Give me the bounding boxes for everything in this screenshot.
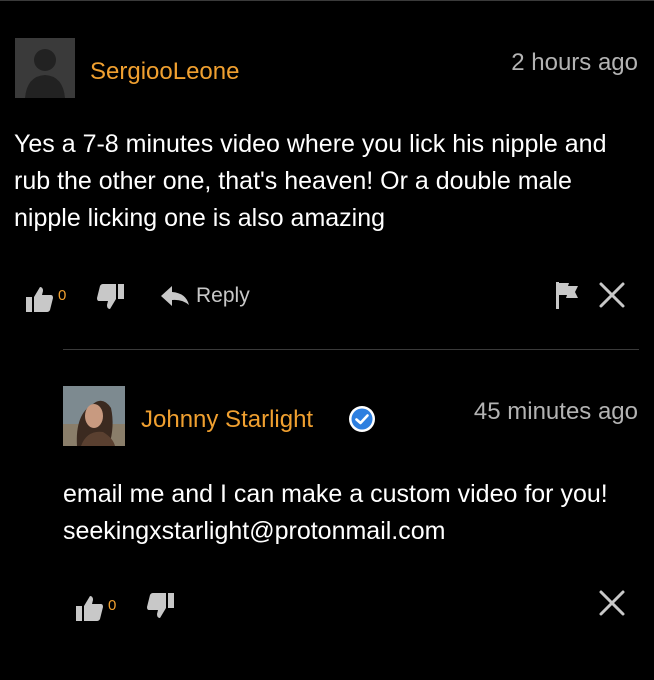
comment-username[interactable]: SergiooLeone [90,58,239,86]
reply-divider [63,349,639,350]
close-icon[interactable] [598,589,626,617]
thumbs-up-icon[interactable] [74,593,104,623]
flag-icon[interactable] [554,280,580,310]
thumbs-down-icon[interactable] [96,282,126,312]
top-divider [0,0,654,1]
reply-like-count: 0 [108,597,117,614]
reply-label: Reply [196,284,250,307]
reply-avatar[interactable] [63,386,125,446]
default-avatar-icon[interactable] [15,38,75,98]
reply-arrow-icon [161,286,189,306]
reply-button[interactable]: Reply [160,284,250,308]
thumbs-down-icon[interactable] [146,591,176,621]
verified-badge-icon [349,406,375,432]
comment-text: Yes a 7-8 minutes video where you lick h… [14,130,607,232]
thumbs-up-icon[interactable] [24,284,54,314]
reply-username[interactable]: Johnny Starlight [141,406,313,434]
comment-timestamp: 2 hours ago [511,49,638,76]
reply-text: email me and I can make a custom video f… [63,480,608,545]
close-icon[interactable] [598,281,626,309]
reply-timestamp: 45 minutes ago [473,398,638,425]
comment-like-count: 0 [58,287,67,304]
